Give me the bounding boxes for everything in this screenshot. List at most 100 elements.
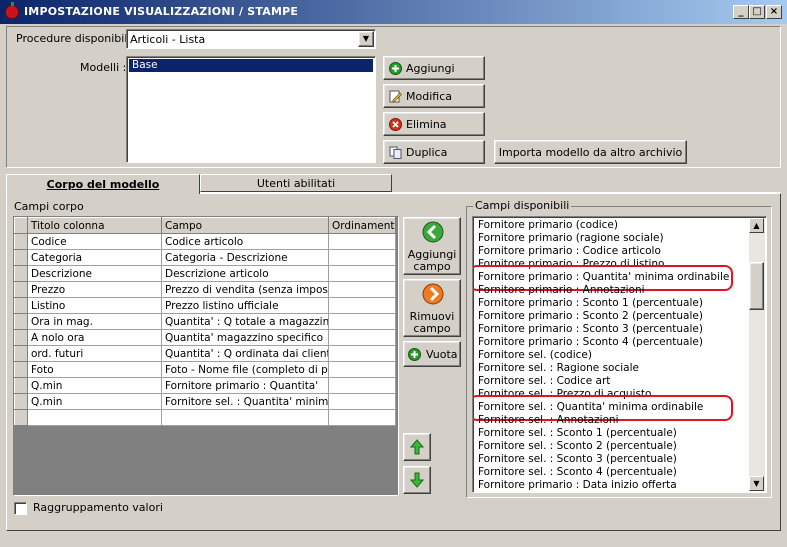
cell-campo[interactable]: Foto - Nome file (completo di path — [161, 361, 329, 378]
available-field-item[interactable]: Fornitore primario : Sconto 1 (percentua… — [475, 297, 747, 310]
cell-campo[interactable]: Descrizione articolo — [161, 265, 329, 282]
row-indicator[interactable] — [14, 297, 28, 314]
row-indicator[interactable] — [14, 361, 28, 378]
cell-ordinamento[interactable] — [328, 361, 396, 378]
chevron-down-icon[interactable]: ▼ — [358, 31, 374, 47]
available-field-item[interactable]: Fornitore sel. : Sconto 3 (percentuale) — [475, 453, 747, 466]
available-fields-scrollbar[interactable]: ▲ ▼ — [749, 218, 765, 491]
cell-titolo[interactable]: A nolo ora — [27, 329, 162, 346]
cell-titolo[interactable]: Ora in mag. — [27, 313, 162, 330]
cell-campo[interactable]: Fornitore primario : Quantita' — [161, 377, 329, 394]
add-field-button[interactable]: Aggiungi campo — [403, 217, 461, 275]
row-indicator[interactable] — [14, 233, 28, 250]
procedure-select[interactable]: Articoli - Lista ▼ — [126, 29, 376, 49]
table-row[interactable]: Categoria Categoria - Descrizione — [14, 249, 396, 266]
row-indicator[interactable] — [14, 329, 28, 346]
model-list-item[interactable]: Base — [129, 59, 373, 72]
available-field-item[interactable]: Fornitore sel. : Sconto 1 (percentuale) — [475, 427, 747, 440]
cell-campo[interactable]: Prezzo di vendita (senza imposte) — [161, 281, 329, 298]
available-field-item[interactable]: Fornitore sel. : Codice art — [475, 375, 747, 388]
cell-ordinamento[interactable] — [328, 233, 396, 250]
move-down-button[interactable] — [403, 466, 431, 494]
duplicate-model-button[interactable]: Duplica — [383, 140, 485, 164]
minimize-button[interactable]: _ — [733, 5, 749, 19]
row-indicator[interactable] — [14, 265, 28, 282]
table-row[interactable]: Prezzo Prezzo di vendita (senza imposte) — [14, 281, 396, 298]
available-field-item[interactable]: Fornitore primario (ragione sociale) — [475, 232, 747, 245]
available-field-item[interactable]: Fornitore sel. : Sconto 2 (percentuale) — [475, 440, 747, 453]
table-row[interactable] — [14, 409, 396, 426]
cell-ordinamento[interactable] — [328, 281, 396, 298]
row-indicator[interactable] — [14, 345, 28, 362]
cell-campo[interactable]: Categoria - Descrizione — [161, 249, 329, 266]
available-field-item[interactable]: Fornitore primario : Sconto 2 (percentua… — [475, 310, 747, 323]
column-header-campo[interactable]: Campo — [161, 217, 329, 234]
cell-ordinamento[interactable] — [328, 329, 396, 346]
available-fields-list[interactable]: Fornitore primario (codice) Fornitore pri… — [472, 216, 767, 493]
row-indicator[interactable] — [14, 281, 28, 298]
tab-utenti-abilitati[interactable]: Utenti abilitati — [200, 174, 392, 192]
cell-titolo[interactable]: Q.min — [27, 377, 162, 394]
available-field-item[interactable]: Fornitore primario (codice) — [475, 219, 747, 232]
empty-button[interactable]: Vuota — [403, 341, 461, 367]
delete-model-button[interactable]: Elimina — [383, 112, 485, 136]
cell-campo[interactable]: Fornitore sel. : Quantita' minima — [161, 393, 329, 410]
table-row[interactable]: ord. futuri Quantita' : Q ordinata dai cl… — [14, 345, 396, 362]
row-indicator[interactable] — [14, 393, 28, 410]
table-row[interactable]: Ora in mag. Quantita' : Q totale a magazz… — [14, 313, 396, 330]
available-field-item[interactable]: Fornitore sel. : Ragione sociale — [475, 362, 747, 375]
edit-model-button[interactable]: Modifica — [383, 84, 485, 108]
table-row[interactable]: Foto Foto - Nome file (completo di path — [14, 361, 396, 378]
tab-corpo-del-modello[interactable]: Corpo del modello — [6, 174, 200, 194]
available-field-item[interactable]: Fornitore sel. : Annotazioni — [475, 414, 747, 427]
cell-titolo[interactable]: Categoria — [27, 249, 162, 266]
cell-ordinamento[interactable] — [328, 345, 396, 362]
cell-ordinamento[interactable] — [328, 249, 396, 266]
available-field-item[interactable]: Fornitore primario : Data inizio offerta — [475, 479, 747, 492]
row-indicator[interactable] — [14, 313, 28, 330]
table-row[interactable]: Descrizione Descrizione articolo — [14, 265, 396, 282]
maximize-button[interactable]: □ — [749, 5, 765, 19]
cell-titolo[interactable]: Codice — [27, 233, 162, 250]
available-field-item[interactable]: Fornitore primario : Annotazioni — [475, 284, 747, 297]
cell-ordinamento[interactable] — [328, 393, 396, 410]
scroll-thumb[interactable] — [749, 262, 764, 310]
row-indicator[interactable] — [14, 409, 28, 426]
move-up-button[interactable] — [403, 433, 431, 461]
available-field-item[interactable]: Fornitore sel. : Sconto 4 (percentuale) — [475, 466, 747, 479]
column-header-ordinamento[interactable]: Ordinamento — [328, 217, 396, 234]
cell-campo[interactable] — [161, 409, 329, 426]
body-fields-grid[interactable]: Titolo colonna Campo Ordinamento Codice C… — [14, 217, 396, 426]
row-indicator[interactable] — [14, 249, 28, 266]
cell-titolo[interactable]: Listino — [27, 297, 162, 314]
table-row[interactable]: Q.min Fornitore primario : Quantita' — [14, 377, 396, 394]
cell-titolo[interactable] — [27, 409, 162, 426]
cell-campo[interactable]: Quantita' : Q ordinata dai clienti — [161, 345, 329, 362]
scroll-down-icon[interactable]: ▼ — [749, 476, 764, 491]
table-row[interactable]: Listino Prezzo listino ufficiale — [14, 297, 396, 314]
row-indicator[interactable] — [14, 377, 28, 394]
available-field-item[interactable]: Fornitore primario : Codice articolo — [475, 245, 747, 258]
cell-ordinamento[interactable] — [328, 313, 396, 330]
available-field-item[interactable]: Fornitore sel. (codice) — [475, 349, 747, 362]
models-list[interactable]: Base — [126, 56, 376, 163]
cell-titolo[interactable]: Descrizione — [27, 265, 162, 282]
remove-field-button[interactable]: Rimuovi campo — [403, 279, 461, 337]
cell-ordinamento[interactable] — [328, 377, 396, 394]
column-header-titolo[interactable]: Titolo colonna — [27, 217, 162, 234]
table-row[interactable]: Codice Codice articolo — [14, 233, 396, 250]
available-field-item[interactable]: Fornitore primario : Sconto 3 (percentua… — [475, 323, 747, 336]
scroll-up-icon[interactable]: ▲ — [749, 218, 764, 233]
cell-ordinamento[interactable] — [328, 265, 396, 282]
cell-campo[interactable]: Prezzo listino ufficiale — [161, 297, 329, 314]
available-field-item[interactable]: Fornitore primario : Sconto 4 (percentua… — [475, 336, 747, 349]
cell-campo[interactable]: Quantita' magazzino specifico — [161, 329, 329, 346]
cell-titolo[interactable]: Foto — [27, 361, 162, 378]
table-row[interactable]: Q.min Fornitore sel. : Quantita' minima — [14, 393, 396, 410]
cell-titolo[interactable]: Q.min — [27, 393, 162, 410]
cell-campo[interactable]: Quantita' : Q totale a magazzino — [161, 313, 329, 330]
table-row[interactable]: A nolo ora Quantita' magazzino specifico — [14, 329, 396, 346]
cell-ordinamento[interactable] — [328, 297, 396, 314]
cell-titolo[interactable]: ord. futuri — [27, 345, 162, 362]
cell-campo[interactable]: Codice articolo — [161, 233, 329, 250]
